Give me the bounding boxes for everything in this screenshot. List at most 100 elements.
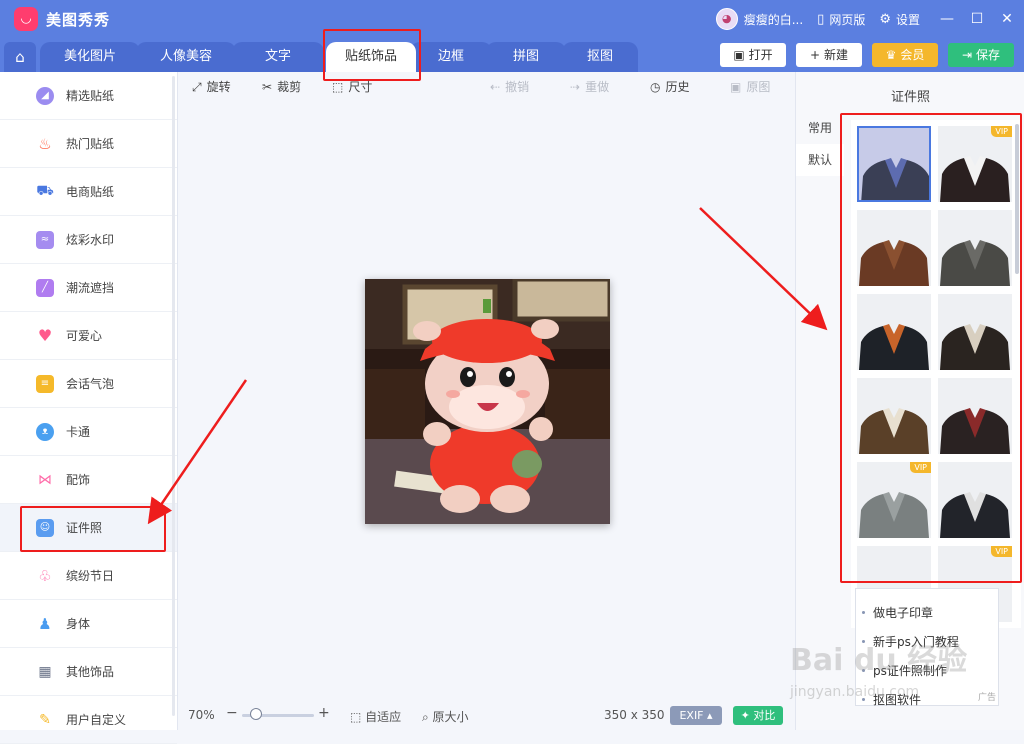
sidebar-item-custom[interactable]: ✎ 用户自定义 [0, 696, 177, 744]
id-photo-thumbnail[interactable] [938, 210, 1012, 286]
original-button[interactable]: ▣ 原图 [730, 78, 770, 95]
category-common[interactable]: 常用 [796, 112, 844, 144]
new-button[interactable]: + 新建 [796, 43, 862, 67]
id-photo-thumbnail[interactable]: VIP [938, 126, 1012, 202]
zoom-out-icon[interactable]: − [226, 705, 238, 721]
grid-icon: ▦ [38, 663, 52, 680]
suit-thumbnail-image [859, 492, 929, 538]
plus-icon: + [809, 48, 821, 62]
sidebar-item-cartoon[interactable]: ᴥ 卡通 [0, 408, 177, 456]
plush-cow-image [365, 279, 610, 524]
sidebar-item-label: 证件照 [66, 521, 103, 535]
minimize-button[interactable]: — [934, 11, 960, 27]
history-label: 历史 [665, 80, 690, 94]
grid-scrollbar[interactable] [1015, 124, 1019, 274]
tab-stickers[interactable]: 贴纸饰品 [326, 42, 416, 72]
suit-thumbnail-image [859, 240, 929, 286]
mask-icon: ╱ [36, 278, 54, 297]
resize-icon: ⬚ [332, 80, 344, 94]
redo-icon: ⇢ [570, 80, 581, 94]
tab-border[interactable]: 边框 [410, 42, 492, 72]
sidebar-item-ecommerce[interactable]: ⛟ 电商贴纸 [0, 168, 177, 216]
id-photo-thumbnail[interactable] [857, 378, 931, 454]
link-item[interactable]: 做电子印章 [856, 599, 998, 626]
undo-button[interactable]: ⇠ 撤销 [490, 78, 529, 95]
phone-icon: ▯ [817, 11, 825, 27]
rotate-button[interactable]: ⤢ 旋转 [192, 78, 231, 95]
maximize-button[interactable]: ☐ [964, 11, 990, 27]
sidebar-item-accessories[interactable]: ⋈ 配饰 [0, 456, 177, 504]
id-photo-thumbnail[interactable] [938, 294, 1012, 370]
sidebar-item-label: 潮流遮挡 [66, 281, 115, 295]
crown-icon: ♛ [885, 48, 897, 62]
user-profile[interactable]: ◕ 瘦瘦的白... [715, 8, 803, 30]
vip-button[interactable]: ♛ 会员 [872, 43, 938, 67]
open-label: 打开 [748, 48, 773, 62]
sidebar-item-id-photo[interactable]: ☺ 证件照 [0, 504, 177, 552]
settings-label: 设置 [895, 12, 920, 27]
sidebar-item-watermark[interactable]: ≈ 炫彩水印 [0, 216, 177, 264]
redo-label: 重做 [585, 80, 610, 94]
settings-button[interactable]: ⚙ 设置 [879, 11, 920, 28]
sidebar-item-festival[interactable]: ♧ 缤纷节日 [0, 552, 177, 600]
sidebar-item-bubble[interactable]: ≡ 会话气泡 [0, 360, 177, 408]
fit-button[interactable]: ⬚ 自适应 [350, 708, 401, 725]
web-version-button[interactable]: ▯ 网页版 [817, 11, 865, 28]
tab-text[interactable]: 文字 [232, 42, 324, 72]
link-label: 做电子印章 [873, 606, 934, 620]
exif-label: EXIF [679, 709, 704, 722]
id-photo-thumbnail[interactable]: VIP [857, 462, 931, 538]
tab-portrait[interactable]: 人像美容 [136, 42, 236, 72]
suit-thumbnail-image [940, 324, 1010, 370]
app-logo-icon: ◡ [14, 7, 38, 31]
sidebar-item-label: 会话气泡 [66, 377, 115, 391]
sidebar-item-body[interactable]: ♟ 身体 [0, 600, 177, 648]
bullet-icon [862, 611, 865, 614]
sidebar-item-mask[interactable]: ╱ 潮流遮挡 [0, 264, 177, 312]
magnifier-icon: ⌕ [422, 710, 433, 724]
crop-button[interactable]: ✂ 裁剪 [262, 78, 301, 95]
vip-badge: VIP [991, 126, 1012, 137]
fire-icon: ♨ [38, 134, 52, 153]
sidebar-item-label: 可爱心 [66, 329, 103, 343]
actual-size-button[interactable]: ⌕ 原大小 [422, 708, 469, 725]
id-photo-thumbnail[interactable] [938, 378, 1012, 454]
vip-badge: VIP [910, 462, 931, 473]
ad-label: 广告 [977, 693, 996, 703]
sidebar-item-other[interactable]: ▦ 其他饰品 [0, 648, 177, 696]
history-button[interactable]: ◷ 历史 [650, 78, 690, 95]
id-photo-thumbnail[interactable] [857, 126, 931, 202]
rotate-label: 旋转 [206, 80, 231, 94]
zoom-slider-handle[interactable] [250, 708, 262, 720]
id-photo-icon: ☺ [36, 518, 54, 537]
sidebar-item-hot[interactable]: ♨ 热门贴纸 [0, 120, 177, 168]
scissors-icon: ✂ [262, 80, 273, 94]
redo-button[interactable]: ⇢ 重做 [570, 78, 609, 95]
sidebar-item-label: 缤纷节日 [66, 569, 115, 583]
vip-badge: VIP [991, 546, 1012, 557]
home-icon[interactable]: ⌂ [4, 42, 36, 72]
tab-cutout[interactable]: 抠图 [562, 42, 638, 72]
id-photo-thumbnail[interactable] [857, 210, 931, 286]
sidebar-item-heart[interactable]: ♥ 可爱心 [0, 312, 177, 360]
close-button[interactable]: ✕ [994, 11, 1020, 27]
zoom-in-icon[interactable]: + [318, 705, 330, 721]
id-photo-thumbnail[interactable] [857, 294, 931, 370]
tab-collage[interactable]: 拼图 [486, 42, 566, 72]
open-button[interactable]: ▣ 打开 [720, 43, 786, 67]
compare-button[interactable]: ✦ 对比 [733, 706, 783, 725]
exif-button[interactable]: EXIF ▴ [670, 706, 722, 725]
watermark-brand: Bai du 经验 [790, 643, 968, 678]
id-photo-thumbnail[interactable] [938, 462, 1012, 538]
canvas-photo[interactable] [365, 279, 610, 524]
suit-thumbnail-image [861, 158, 929, 200]
save-button[interactable]: ⇥ 保存 [948, 43, 1014, 67]
sidebar-item-featured[interactable]: ◢ 精选贴纸 [0, 72, 177, 120]
size-button[interactable]: ⬚ 尺寸 [332, 78, 372, 95]
person-icon: ♟ [38, 614, 52, 633]
sidebar-item-label: 热门贴纸 [66, 137, 115, 151]
sidebar-scrollbar[interactable] [172, 76, 175, 716]
category-default[interactable]: 默认 [796, 144, 844, 176]
tab-beautify[interactable]: 美化图片 [40, 42, 140, 72]
pencil-icon: ✎ [39, 711, 51, 728]
